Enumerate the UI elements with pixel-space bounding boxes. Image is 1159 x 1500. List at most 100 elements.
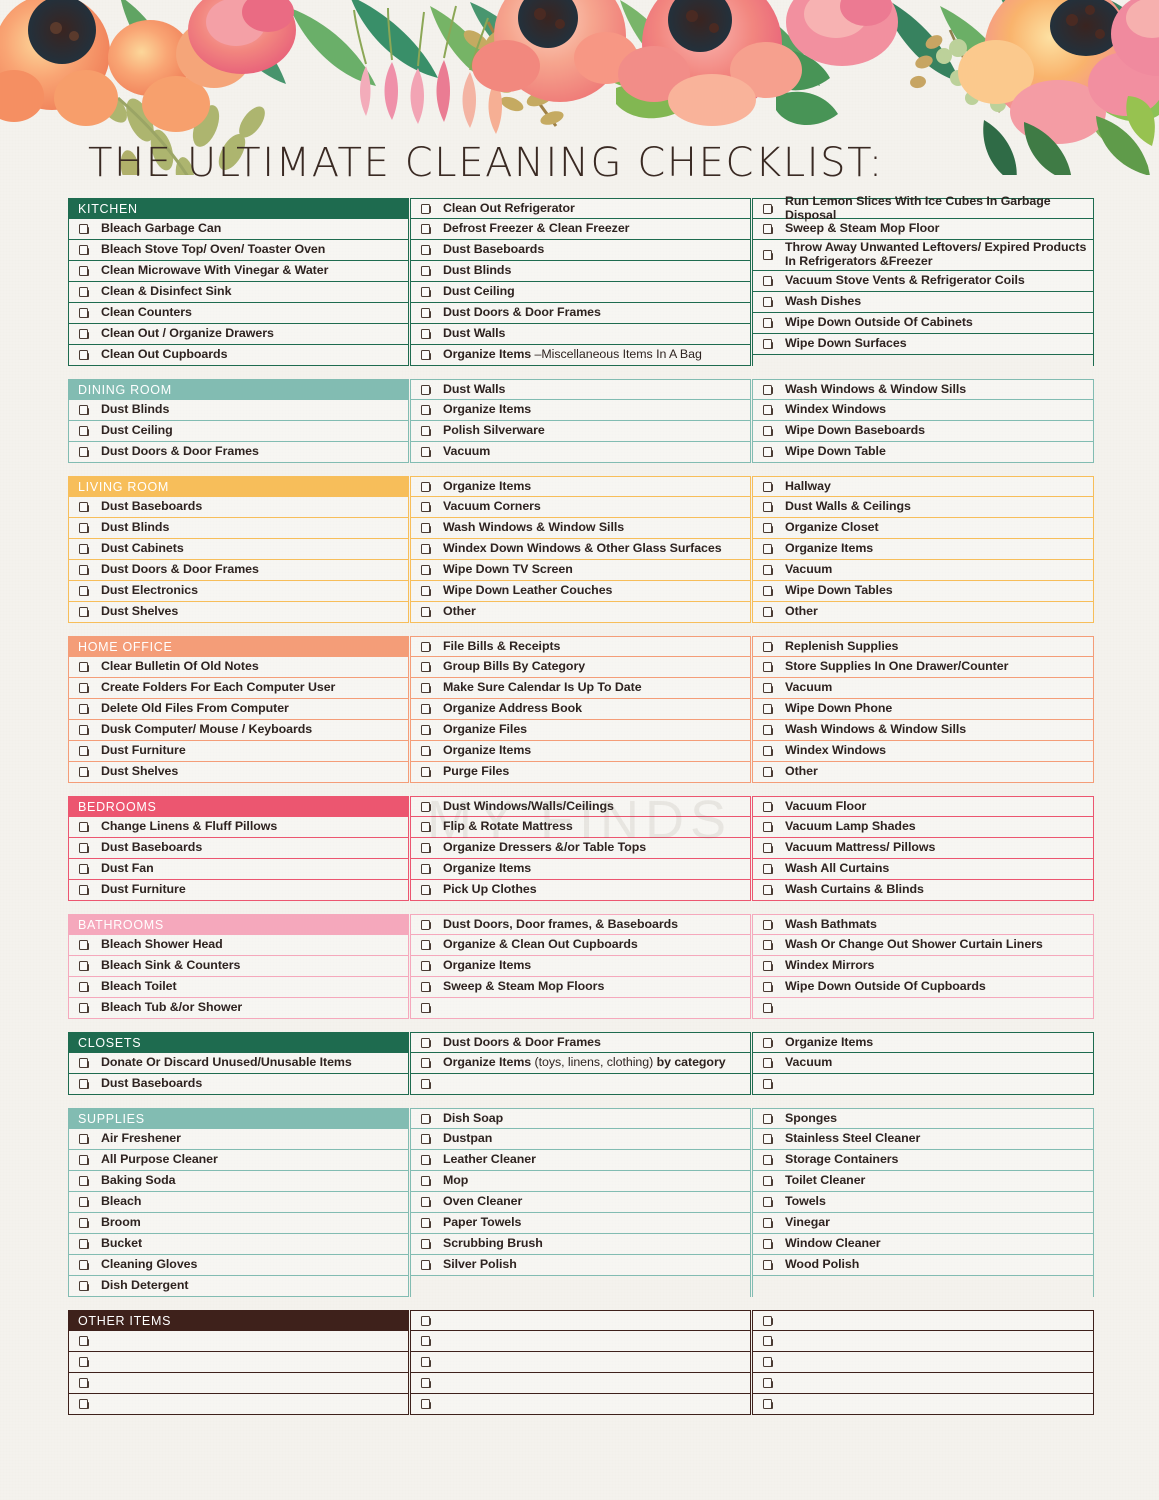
checkbox-icon[interactable] <box>763 982 774 992</box>
checkbox-icon[interactable] <box>79 1336 90 1346</box>
checkbox-icon[interactable] <box>763 1003 774 1013</box>
checkbox-icon[interactable] <box>763 481 774 492</box>
checkbox-icon[interactable] <box>421 961 432 971</box>
checkbox-icon[interactable] <box>763 961 774 971</box>
checklist-row[interactable]: Vacuum Floor <box>753 796 1093 817</box>
checklist-row[interactable]: Wash Or Change Out Shower Curtain Liners <box>753 935 1093 956</box>
checklist-row[interactable]: Windex Windows <box>753 741 1093 762</box>
checkbox-icon[interactable] <box>79 426 90 436</box>
checklist-row[interactable]: Dust Baseboards <box>69 1074 408 1095</box>
checkbox-icon[interactable] <box>421 350 432 360</box>
checkbox-icon[interactable] <box>421 683 432 693</box>
checkbox-icon[interactable] <box>763 1378 774 1388</box>
checkbox-icon[interactable] <box>421 565 432 575</box>
checklist-row[interactable]: Dust Walls & Ceilings <box>753 497 1093 518</box>
checkbox-icon[interactable] <box>763 683 774 693</box>
checklist-row[interactable]: Dust Doors & Door Frames <box>69 442 408 463</box>
checkbox-icon[interactable] <box>763 502 774 512</box>
checklist-row[interactable]: Dust Walls <box>411 379 750 400</box>
checklist-row[interactable]: Dust Doors & Door Frames <box>411 1032 750 1053</box>
checkbox-icon[interactable] <box>421 1239 432 1249</box>
checklist-row[interactable]: Bleach Stove Top/ Oven/ Toaster Oven <box>69 240 408 261</box>
checklist-row[interactable] <box>753 998 1093 1019</box>
checkbox-icon[interactable] <box>763 203 774 214</box>
checklist-row[interactable]: Wipe Down Surfaces <box>753 334 1093 355</box>
checklist-row[interactable] <box>411 1310 750 1331</box>
checkbox-icon[interactable] <box>421 725 432 735</box>
checklist-row[interactable]: Bleach <box>69 1192 408 1213</box>
checkbox-icon[interactable] <box>763 1134 774 1144</box>
checkbox-icon[interactable] <box>763 318 774 328</box>
checkbox-icon[interactable] <box>763 864 774 874</box>
checkbox-icon[interactable] <box>763 801 774 812</box>
checkbox-icon[interactable] <box>763 405 774 415</box>
checklist-row[interactable]: Vacuum <box>753 678 1093 699</box>
checkbox-icon[interactable] <box>421 544 432 554</box>
checklist-row[interactable]: Wash Windows & Window Sills <box>753 720 1093 741</box>
checklist-row[interactable]: Delete Old Files From Computer <box>69 699 408 720</box>
checkbox-icon[interactable] <box>421 1260 432 1270</box>
checkbox-icon[interactable] <box>763 767 774 777</box>
checkbox-icon[interactable] <box>79 1176 90 1186</box>
checklist-row[interactable]: Organize Address Book <box>411 699 750 720</box>
checkbox-icon[interactable] <box>79 544 90 554</box>
checklist-row[interactable]: Windex Windows <box>753 400 1093 421</box>
checkbox-icon[interactable] <box>763 1079 774 1089</box>
checkbox-icon[interactable] <box>421 384 432 395</box>
checklist-row[interactable]: Dust Cabinets <box>69 539 408 560</box>
checklist-row[interactable]: Polish Silverware <box>411 421 750 442</box>
checklist-row[interactable]: Other <box>753 602 1093 623</box>
checkbox-icon[interactable] <box>79 843 90 853</box>
checkbox-icon[interactable] <box>763 662 774 672</box>
checklist-row[interactable]: Dust Fan <box>69 859 408 880</box>
checkbox-icon[interactable] <box>79 767 90 777</box>
checklist-row[interactable]: Clean Out Cupboards <box>69 345 408 366</box>
checklist-row[interactable]: Dust Baseboards <box>69 497 408 518</box>
checkbox-icon[interactable] <box>421 1113 432 1124</box>
checklist-row[interactable]: Mop <box>411 1171 750 1192</box>
checklist-row[interactable]: Make Sure Calendar Is Up To Date <box>411 678 750 699</box>
checklist-row[interactable]: Sweep & Steam Mop Floors <box>411 977 750 998</box>
checkbox-icon[interactable] <box>421 1315 432 1326</box>
checkbox-icon[interactable] <box>421 1058 432 1068</box>
checklist-row[interactable]: Scrubbing Brush <box>411 1234 750 1255</box>
checklist-row[interactable]: Flip & Rotate Mattress <box>411 817 750 838</box>
checkbox-icon[interactable] <box>421 1176 432 1186</box>
checklist-row[interactable]: Bleach Shower Head <box>69 935 408 956</box>
checklist-row[interactable]: Window Cleaner <box>753 1234 1093 1255</box>
checkbox-icon[interactable] <box>79 308 90 318</box>
checkbox-icon[interactable] <box>421 641 432 652</box>
checkbox-icon[interactable] <box>421 885 432 895</box>
checkbox-icon[interactable] <box>763 1197 774 1207</box>
checklist-row[interactable]: Dust Furniture <box>69 880 408 901</box>
checkbox-icon[interactable] <box>79 1239 90 1249</box>
checklist-row[interactable] <box>411 1331 750 1352</box>
checkbox-icon[interactable] <box>421 1037 432 1048</box>
checklist-row[interactable]: Pick Up Clothes <box>411 880 750 901</box>
checkbox-icon[interactable] <box>79 287 90 297</box>
checklist-row[interactable]: Air Freshener <box>69 1129 408 1150</box>
checkbox-icon[interactable] <box>421 245 432 255</box>
checkbox-icon[interactable] <box>763 1113 774 1124</box>
checkbox-icon[interactable] <box>763 843 774 853</box>
checklist-row[interactable]: Dust Shelves <box>69 762 408 783</box>
checkbox-icon[interactable] <box>763 746 774 756</box>
checkbox-icon[interactable] <box>763 1218 774 1228</box>
checkbox-icon[interactable] <box>763 1399 774 1409</box>
checklist-row[interactable]: Vacuum <box>753 1053 1093 1074</box>
checkbox-icon[interactable] <box>763 586 774 596</box>
checkbox-icon[interactable] <box>79 607 90 617</box>
checkbox-icon[interactable] <box>763 1260 774 1270</box>
checklist-row[interactable] <box>753 1352 1093 1373</box>
checkbox-icon[interactable] <box>79 982 90 992</box>
checklist-row[interactable]: Windex Down Windows & Other Glass Surfac… <box>411 539 750 560</box>
checklist-row[interactable] <box>411 1373 750 1394</box>
checklist-row[interactable]: Clean Out / Organize Drawers <box>69 324 408 345</box>
checklist-row[interactable]: Baking Soda <box>69 1171 408 1192</box>
checklist-row[interactable]: Organize Items –Miscellaneous Items In A… <box>411 345 750 366</box>
checklist-row[interactable] <box>411 998 750 1019</box>
checklist-row[interactable]: Defrost Freezer & Clean Freezer <box>411 219 750 240</box>
checklist-row[interactable]: Wood Polish <box>753 1255 1093 1276</box>
checkbox-icon[interactable] <box>763 565 774 575</box>
checkbox-icon[interactable] <box>421 1003 432 1013</box>
